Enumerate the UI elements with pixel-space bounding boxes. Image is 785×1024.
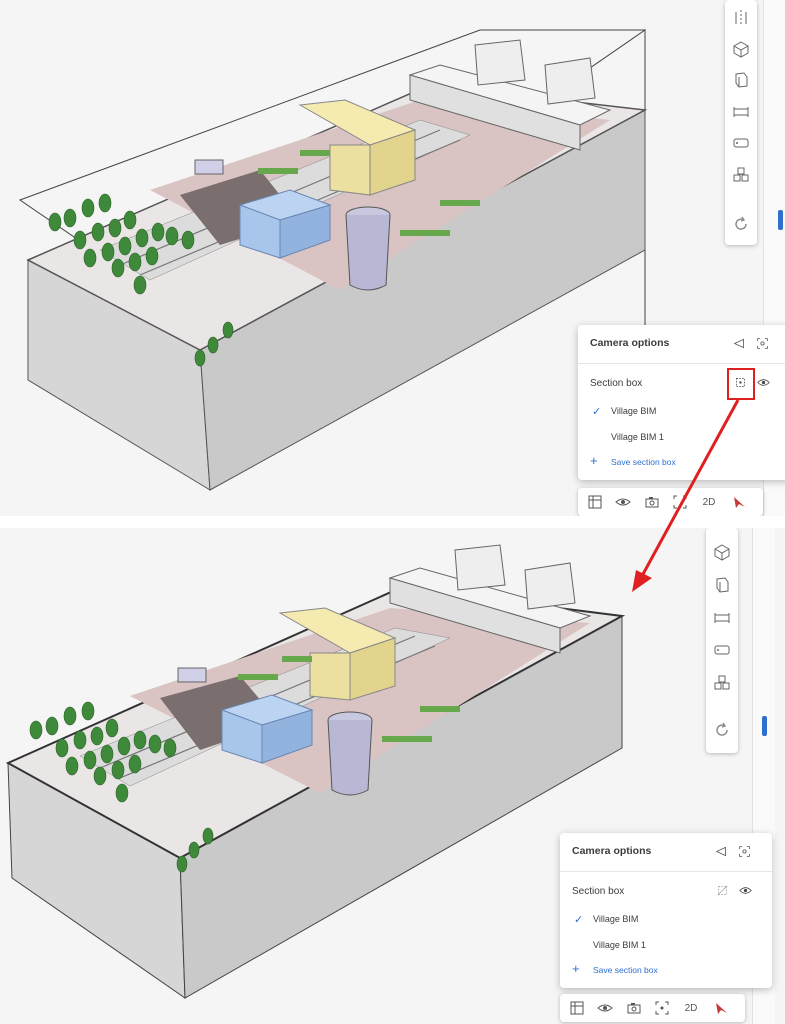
item-label: Village BIM 1 (611, 432, 664, 442)
building-gray-block (454, 544, 506, 591)
item-label: Village BIM 1 (593, 940, 646, 950)
item-label: Village BIM (593, 914, 639, 924)
fit-view-icon[interactable] (651, 998, 673, 1018)
compass-icon[interactable] (728, 492, 750, 512)
toggle-2d-button[interactable]: 2D (680, 998, 702, 1018)
rotate-icon[interactable] (729, 212, 753, 236)
save-section-box-label: Save section box (593, 965, 658, 975)
eye-icon[interactable] (594, 998, 616, 1018)
sidebar-tab[interactable] (762, 716, 767, 736)
fit-view-icon[interactable] (669, 492, 691, 512)
camera-icon[interactable] (623, 998, 645, 1018)
viewer-bottom-toolbar: 2D (560, 994, 745, 1022)
grid-view-icon[interactable] (566, 998, 588, 1018)
viewer-side-toolbar (706, 528, 738, 753)
item-label: Village BIM (611, 406, 657, 416)
sign-structure (194, 159, 224, 175)
section-box-label: Section box (572, 886, 625, 897)
cube-icon[interactable] (729, 37, 753, 61)
tag-icon[interactable] (729, 131, 753, 155)
save-section-box-label: Save section box (611, 457, 676, 467)
camera-options-header: Camera options (560, 833, 772, 872)
camera-options-card: Camera options Section box ✓ Village BIM… (560, 833, 772, 988)
plus-icon: + (572, 961, 580, 976)
plus-icon: + (590, 453, 598, 468)
focus-icon[interactable] (754, 335, 770, 351)
viewer-side-toolbar (725, 0, 757, 245)
section-box-label: Section box (590, 378, 643, 389)
section-box-item-village-bim-1[interactable]: Village BIM 1 (560, 935, 772, 957)
building-gray-block (474, 39, 526, 86)
camera-options-title: Camera options (590, 337, 670, 349)
camera-options-title: Camera options (572, 845, 652, 857)
compass-icon[interactable] (710, 998, 732, 1018)
section-box-item-village-bim[interactable]: ✓ Village BIM (560, 909, 772, 931)
camera-options-header: Camera options (578, 325, 785, 364)
visibility-eye-icon[interactable] (755, 374, 771, 390)
focus-icon[interactable] (736, 843, 752, 859)
perspective-icon[interactable] (713, 843, 729, 859)
section-plane-icon[interactable] (729, 6, 753, 30)
panel-separator (0, 516, 785, 528)
camera-icon[interactable] (641, 492, 663, 512)
section-box-item-village-bim-1[interactable]: Village BIM 1 (578, 427, 785, 449)
building-gray-block (524, 562, 576, 610)
section-box-item-village-bim[interactable]: ✓ Village BIM (578, 401, 785, 423)
cube-icon[interactable] (710, 540, 734, 564)
viewer-bottom-toolbar: 2D (578, 488, 763, 516)
toggle-2d-button[interactable]: 2D (698, 492, 720, 512)
checkmark-icon: ✓ (574, 914, 584, 926)
checkmark-icon: ✓ (592, 406, 602, 418)
rotate-icon[interactable] (710, 718, 734, 742)
eye-icon[interactable] (612, 492, 634, 512)
camera-options-card: Camera options Section box ✓ Village BIM… (578, 325, 785, 480)
viewer-after-panel: Camera options Section box ✓ Village BIM… (0, 528, 785, 1024)
measure-icon[interactable] (729, 100, 753, 124)
box-front-icon[interactable] (710, 573, 734, 597)
save-section-box-button[interactable]: + Save section box (572, 962, 722, 980)
tag-icon[interactable] (710, 638, 734, 662)
sidebar-tab[interactable] (778, 210, 783, 230)
highlight-box (727, 368, 755, 400)
stacked-cubes-icon[interactable] (710, 671, 734, 695)
save-section-box-button[interactable]: + Save section box (590, 454, 740, 472)
box-front-icon[interactable] (729, 68, 753, 92)
stacked-cubes-icon[interactable] (729, 163, 753, 187)
building-gray-block (544, 57, 596, 105)
sign-structure (177, 667, 207, 683)
grid-view-icon[interactable] (584, 492, 606, 512)
measure-icon[interactable] (710, 606, 734, 630)
visibility-eye-icon[interactable] (737, 882, 753, 898)
viewer-before-panel: Camera options Section box ✓ Village BIM… (0, 0, 785, 516)
perspective-icon[interactable] (731, 335, 747, 351)
section-box-disabled-icon[interactable] (714, 882, 730, 898)
